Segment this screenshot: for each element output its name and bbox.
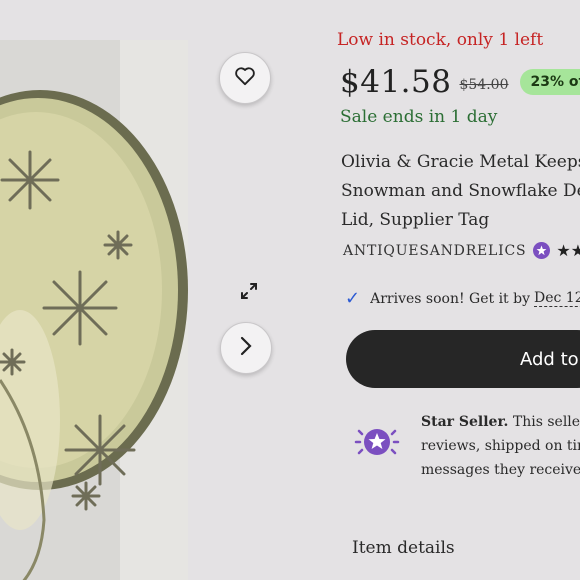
product-title-line: Lid, Supplier Tag <box>341 210 490 230</box>
rating-stars[interactable]: ★★ <box>556 241 580 260</box>
chevron-right-icon <box>239 335 253 361</box>
sale-notice: Sale ends in 1 day <box>340 107 498 127</box>
stock-notice: Low in stock, only 1 left <box>337 30 544 50</box>
add-to-cart-button[interactable]: Add to <box>346 330 580 388</box>
product-title: Olivia & Gracie Metal Keepsa Snowman and… <box>341 148 580 235</box>
star-seller-icon <box>352 424 402 464</box>
expand-icon <box>239 281 259 305</box>
check-icon: ✓ <box>345 288 361 309</box>
price-row: $41.58 $54.00 23% off <box>340 64 580 100</box>
star-seller-badge-icon <box>533 242 551 259</box>
item-details-toggle[interactable]: Item details <box>352 538 455 558</box>
star-seller-description: Star Seller. This seller c reviews, ship… <box>421 410 580 482</box>
star-seller-line1: This seller c <box>512 414 580 430</box>
original-price: $54.00 <box>459 77 509 93</box>
heart-icon <box>234 66 256 90</box>
next-image-button[interactable] <box>220 322 272 374</box>
add-to-cart-label: Add to <box>520 348 579 370</box>
product-title-line: Snowman and Snowflake Des <box>341 181 580 201</box>
product-image[interactable] <box>0 40 188 580</box>
current-price: $41.58 <box>340 64 452 100</box>
favorite-button[interactable] <box>219 52 271 104</box>
star-seller-line2: reviews, shipped on tim <box>421 438 580 454</box>
discount-badge: 23% off <box>520 69 580 95</box>
star-seller-heading: Star Seller. <box>421 414 509 430</box>
product-title-line: Olivia & Gracie Metal Keepsa <box>341 152 580 172</box>
delivery-estimate: ✓ Arrives soon! Get it by Dec 12- <box>345 288 580 309</box>
delivery-date-link[interactable]: Dec 12- <box>534 290 580 307</box>
delivery-text: Arrives soon! Get it by <box>370 290 530 307</box>
star-seller-line: Star Seller. This seller c <box>421 410 580 434</box>
shop-name-link[interactable]: ANTIQUESANDRELICS <box>343 243 526 259</box>
star-seller-line3: messages they received. <box>421 462 580 478</box>
expand-image-button[interactable] <box>226 270 272 316</box>
shop-row: ANTIQUESANDRELICS ★★ <box>343 241 580 260</box>
